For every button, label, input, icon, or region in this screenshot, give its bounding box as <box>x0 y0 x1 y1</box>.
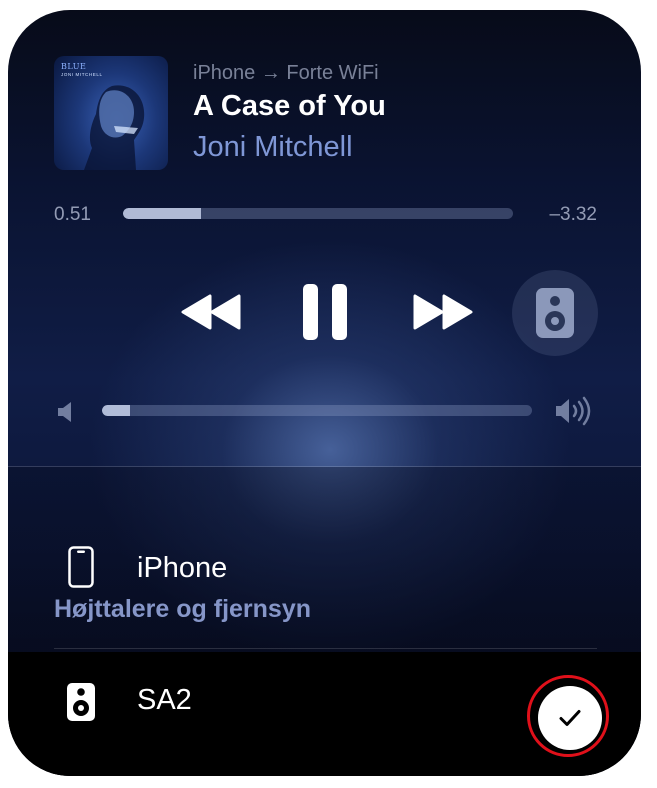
panel-divider <box>8 466 641 467</box>
rewind-button[interactable] <box>176 290 246 334</box>
playback-scrubber[interactable] <box>123 208 513 219</box>
song-title: A Case of You <box>193 90 386 122</box>
album-art[interactable]: BLUE JONI MITCHELL <box>54 56 168 170</box>
selected-checkmark-button[interactable] <box>538 686 602 750</box>
device-name-sa2: SA2 <box>137 684 192 716</box>
speaker-icon <box>536 288 574 338</box>
checkmark-icon <box>559 710 581 726</box>
playback-progress-fill <box>123 208 201 219</box>
artist-name[interactable]: Joni Mitchell <box>193 131 353 164</box>
fast-forward-icon <box>413 294 473 330</box>
album-portrait <box>84 85 145 170</box>
audio-output-panel: BLUE JONI MITCHELL iPhone → Forte WiFi A… <box>8 10 641 776</box>
device-name-iphone: iPhone <box>137 552 228 584</box>
speakers-section-header: Højttalere og fjernsyn <box>54 595 311 623</box>
speaker-icon <box>66 682 96 727</box>
page: BLUE JONI MITCHELL iPhone → Forte WiFi A… <box>0 0 657 788</box>
device-row-sa2[interactable]: SA2 <box>8 652 641 776</box>
pause-icon <box>303 284 347 340</box>
remaining-time: –3.32 <box>549 204 597 225</box>
volume-slider[interactable] <box>102 405 532 416</box>
iphone-icon <box>68 546 94 593</box>
rewind-icon <box>181 294 241 330</box>
fast-forward-button[interactable] <box>408 290 478 334</box>
volume-level-fill <box>102 405 130 416</box>
pause-button[interactable] <box>298 280 352 344</box>
speaker-low-icon <box>56 400 76 429</box>
speaker-high-icon <box>554 396 594 431</box>
route-label: iPhone → Forte WiFi <box>193 62 379 84</box>
section-divider <box>54 648 597 649</box>
audio-output-button[interactable] <box>512 270 598 356</box>
elapsed-time: 0.51 <box>54 204 91 225</box>
